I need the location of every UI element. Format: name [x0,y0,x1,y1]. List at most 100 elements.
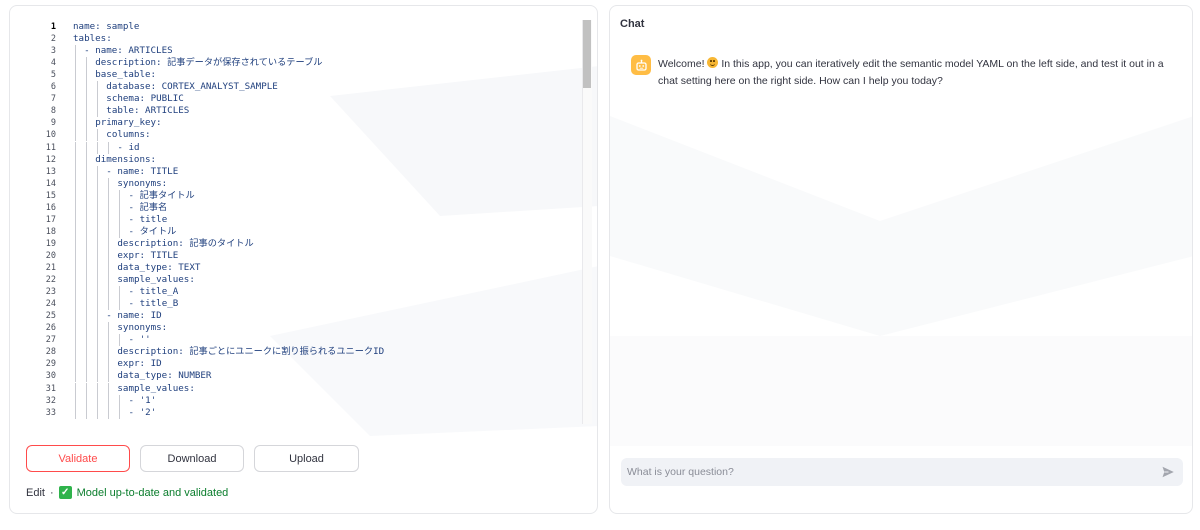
code-text: sample_values: [117,274,194,286]
code-line[interactable]: 13 - name: TITLE [26,166,576,178]
indent-guide [97,310,99,323]
indent-guide [86,165,88,178]
indent-guide [119,213,121,226]
yaml-key: dimensions [95,153,151,165]
line-number: 21 [45,263,56,273]
indent-guide [86,213,88,226]
code-line[interactable]: 4 description: 記事データが保存されているテーブル [26,57,576,69]
chat-input-box[interactable] [621,458,1183,486]
indent-guide [86,249,88,262]
indent-guide [97,249,99,262]
indent-guide [108,249,110,262]
code-text: - タイトル [129,226,177,238]
code-text: expr: TITLE [117,250,178,262]
indent-guide [108,189,110,202]
indent-guide [97,346,99,359]
code-line[interactable]: 10 columns: [26,129,576,141]
code-line[interactable]: 2 tables: [26,33,576,45]
yaml-separator: : [139,165,151,177]
yaml-key: - name [84,45,118,57]
yaml-separator: : [139,93,151,105]
indent-guide [75,334,76,347]
indent-guide [75,213,76,226]
indent-guide [75,286,76,299]
upload-button[interactable]: Upload [254,445,359,472]
code-line[interactable]: 7 schema: PUBLIC [26,93,576,105]
yaml-key: synonyms [117,177,162,189]
yaml-key: schema [106,93,140,105]
indent-guide [75,189,76,202]
yaml-separator: : [150,69,157,81]
line-number: 10 [45,130,56,141]
indent-guide [97,370,99,383]
line-number: 18 [45,226,56,237]
indent-guide [108,213,110,226]
indent-guide [75,201,76,214]
indent-guide [119,334,121,347]
indent-guide [97,262,99,275]
download-button[interactable]: Download [140,445,244,472]
line-number: 25 [45,311,56,322]
send-icon[interactable] [1161,465,1175,479]
validate-button[interactable]: Validate [26,445,130,472]
code-text: - '' [129,334,151,346]
indent-guide [75,69,76,82]
code-line[interactable]: 8 table: ARTICLES [26,105,576,117]
indent-guide [86,81,88,94]
indent-guide [75,81,76,94]
code-line[interactable]: 3 - name: ARTICLES [26,45,576,57]
yaml-value: TITLE [150,165,179,177]
yaml-separator: : [161,322,168,334]
indent-guide [108,237,110,250]
line-number: 13 [45,166,56,177]
indent-guide [108,358,110,371]
indent-guide [108,286,110,299]
chat-question-input[interactable] [627,458,1157,486]
indent-guide [75,129,76,142]
yaml-key: - title_A [128,286,179,298]
code-line[interactable]: 12 dimensions: [26,154,576,166]
indent-guide [97,81,99,94]
code-text: tables: [73,33,112,45]
line-number: 5 [50,70,56,81]
code-line[interactable]: 1 name: sample [26,21,576,33]
yaml-value: ID [150,358,162,370]
indent-guide [97,322,99,335]
yaml-value: ID [150,310,162,322]
code-line[interactable]: 5 base_table: [26,69,576,81]
yaml-separator: : [156,57,168,69]
indent-guide [86,382,88,395]
line-number: 12 [45,154,56,165]
yaml-code-editor[interactable]: 1 name: sample 2 tables: 3 - name: ARTICLES 4 d… [26,18,592,430]
yaml-key: - name [106,165,140,177]
code-text: - '1' [129,395,157,407]
indent-guide [75,93,76,106]
line-number: 19 [45,238,56,249]
code-line[interactable]: 6 database: CORTEX_ANALYST_SAMPLE [26,81,576,93]
indent-guide [86,69,88,82]
indent-guide [97,358,99,371]
chat-panel: Chat Welcome! In this app, you can itera… [609,5,1193,514]
line-number: 6 [50,82,56,93]
indent-guide [108,406,110,419]
message-body: In this app, you can iteratively edit th… [658,58,1164,87]
yaml-key: - name [106,310,140,322]
line-number: 16 [45,202,56,213]
editor-scrollbar-thumb[interactable] [583,20,591,88]
code-text: expr: ID [117,358,161,370]
yaml-separator: : [139,310,151,322]
code-text: sample_values: [117,383,194,395]
indent-guide [86,237,88,250]
line-number: 15 [45,190,56,201]
yaml-value: 記事データが保存されているテーブル [167,57,323,69]
yaml-separator: : [139,358,151,370]
status-separator: · [49,486,54,499]
code-line[interactable]: 25 - name: ID [26,310,576,322]
yaml-separator: : [178,346,190,358]
indent-guide [86,310,88,323]
indent-guide [97,334,99,347]
indent-guide [97,225,99,238]
yaml-value: CORTEX_ANALYST_SAMPLE [161,81,278,93]
code-text: - id [117,142,139,154]
code-line[interactable]: 9 primary_key: [26,117,576,129]
